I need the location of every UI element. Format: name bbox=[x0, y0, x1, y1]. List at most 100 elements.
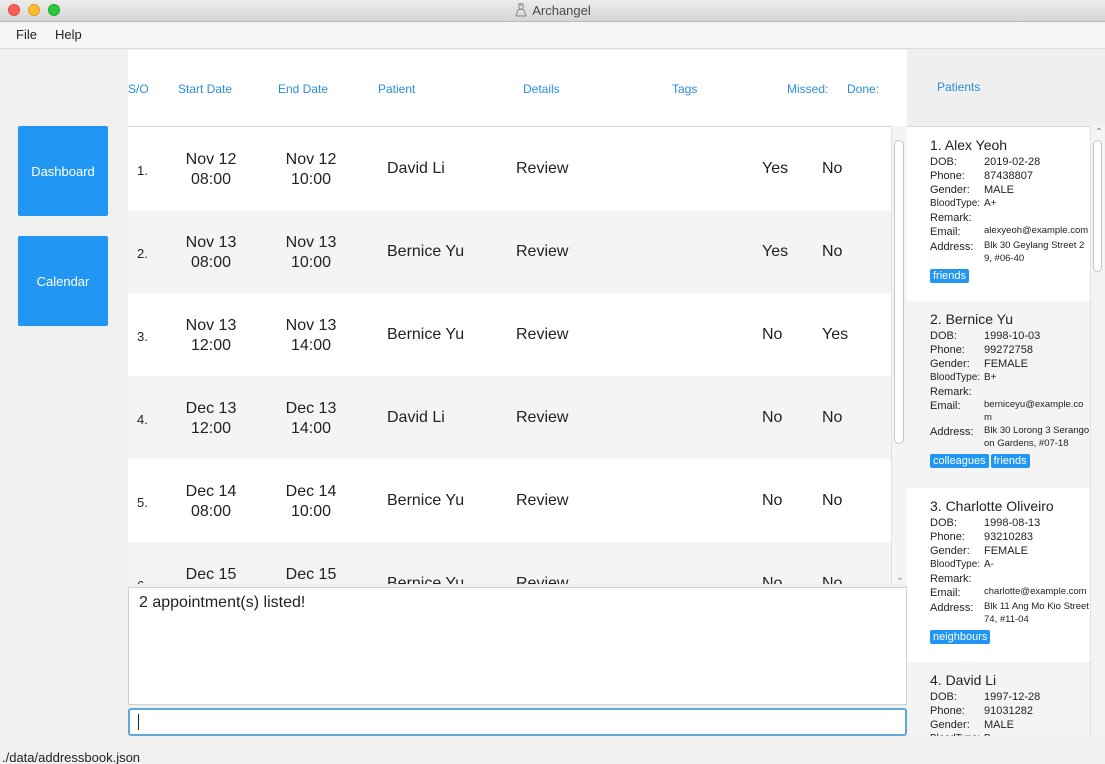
blood-type-value: A- bbox=[984, 559, 994, 570]
appointment-scroll-thumb[interactable] bbox=[894, 140, 904, 444]
column-patient: Patient bbox=[378, 82, 416, 96]
phone-label: Phone: bbox=[930, 531, 965, 543]
patient-name: Bernice Yu bbox=[387, 492, 465, 509]
dob-label: DOB: bbox=[930, 691, 957, 703]
patient-card-name: 2. Bernice Yu bbox=[930, 311, 1014, 327]
scroll-down-icon[interactable]: ⌄ bbox=[894, 572, 906, 583]
patient-name: David Li bbox=[387, 409, 445, 426]
remark-value bbox=[984, 572, 1090, 586]
appointment-row[interactable]: 3. Nov 13 12:00 Nov 13 14:00 Bernice Yu Re… bbox=[128, 293, 891, 376]
phone-value: 99272758 bbox=[984, 344, 1033, 356]
appointment-list-scrollbar[interactable]: ⌄ bbox=[891, 126, 907, 584]
patient-scroll-thumb[interactable] bbox=[1093, 140, 1102, 272]
phone-value: 93210283 bbox=[984, 531, 1033, 543]
start-time: 12:00 bbox=[190, 337, 232, 354]
end-time: 14:00 bbox=[290, 337, 332, 354]
appointment-row[interactable]: 6. Dec 15 Dec 15 Bernice Yu Review No No bbox=[128, 542, 891, 584]
start-date: Dec 15 bbox=[185, 566, 237, 583]
done-status: No bbox=[822, 243, 843, 260]
start-datetime: Nov 12 08:00 bbox=[171, 150, 251, 190]
remark-value bbox=[984, 211, 1090, 225]
done-status: No bbox=[822, 575, 843, 584]
end-datetime: Nov 13 14:00 bbox=[271, 316, 351, 356]
appointment-list[interactable]: 1. Nov 12 08:00 Nov 12 10:00 David Li Revi… bbox=[128, 126, 891, 584]
appointment-row[interactable]: 1. Nov 12 08:00 Nov 12 10:00 David Li Revi… bbox=[128, 127, 891, 210]
tag-badge: neighbours bbox=[930, 630, 991, 644]
start-datetime: Dec 15 bbox=[171, 565, 251, 584]
appointment-details: Review bbox=[516, 575, 569, 584]
patient-card[interactable]: 3. Charlotte Oliveiro DOB: 1998-08-13 Pho… bbox=[907, 488, 1090, 662]
remark-label: Remark: bbox=[930, 573, 972, 585]
scroll-up-icon[interactable]: ⌃ bbox=[1093, 127, 1105, 138]
address-value: Blk 11 Ang Mo Kio Street 74, #11-04 bbox=[984, 601, 1089, 625]
calendar-button[interactable]: Calendar bbox=[18, 236, 108, 326]
appointment-row[interactable]: 5. Dec 14 08:00 Dec 14 10:00 Bernice Yu Re… bbox=[128, 459, 891, 542]
missed-status: Yes bbox=[762, 243, 789, 260]
start-datetime: Dec 13 12:00 bbox=[171, 399, 251, 439]
column-tags: Tags bbox=[672, 82, 698, 96]
remark-label: Remark: bbox=[930, 212, 972, 224]
appointment-index: 2. bbox=[137, 246, 148, 261]
start-datetime: Nov 13 08:00 bbox=[171, 233, 251, 273]
start-time: 08:00 bbox=[190, 503, 232, 520]
start-datetime: Dec 14 08:00 bbox=[171, 482, 251, 522]
patient-card[interactable]: 4. David Li DOB: 1997-12-28 Phone: 9103128… bbox=[907, 662, 1090, 736]
start-datetime: Nov 13 12:00 bbox=[171, 316, 251, 356]
address-label: Address: bbox=[930, 602, 974, 614]
gender-value: MALE bbox=[984, 184, 1014, 196]
phone-label: Phone: bbox=[930, 344, 965, 356]
phone-value: 91031282 bbox=[984, 705, 1033, 717]
patient-name: Bernice Yu bbox=[387, 575, 465, 584]
patient-card-name: 1. Alex Yeoh bbox=[930, 137, 1008, 153]
appointment-details: Review bbox=[516, 160, 569, 177]
result-message: 2 appointment(s) listed! bbox=[139, 594, 306, 611]
menu-file[interactable]: File bbox=[16, 27, 37, 42]
end-datetime: Dec 15 bbox=[271, 565, 351, 584]
column-done: Done: bbox=[847, 82, 880, 96]
patient-card-name: 4. David Li bbox=[930, 672, 997, 688]
end-date: Nov 13 bbox=[285, 317, 337, 334]
command-input[interactable] bbox=[128, 708, 907, 736]
menu-bar: File Help bbox=[0, 22, 1105, 49]
done-status: No bbox=[822, 492, 843, 509]
end-datetime: Nov 12 10:00 bbox=[271, 150, 351, 190]
column-missed: Missed: bbox=[787, 82, 829, 96]
patient-list[interactable]: 1. Alex Yeoh DOB: 2019-02-28 Phone: 874388… bbox=[907, 126, 1090, 736]
missed-status: No bbox=[762, 492, 783, 509]
end-date: Dec 14 bbox=[285, 483, 337, 500]
phone-label: Phone: bbox=[930, 170, 965, 182]
dashboard-button[interactable]: Dashboard bbox=[18, 126, 108, 216]
tag-badge: colleagues bbox=[930, 454, 989, 468]
start-date: Nov 13 bbox=[185, 234, 237, 251]
column-details: Details bbox=[523, 82, 560, 96]
blood-type-value: B- bbox=[984, 732, 1090, 736]
dob-label: DOB: bbox=[930, 517, 957, 529]
end-date: Dec 15 bbox=[285, 566, 337, 583]
blood-type-label: BloodType: bbox=[930, 198, 981, 209]
column-end-date: End Date bbox=[278, 82, 329, 96]
remark-value bbox=[984, 385, 1090, 399]
patient-card-name: 3. Charlotte Oliveiro bbox=[930, 498, 1054, 514]
column-start-date: Start Date bbox=[178, 82, 233, 96]
patient-card[interactable]: 2. Bernice Yu DOB: 1998-10-03 Phone: 99272… bbox=[907, 301, 1090, 488]
gender-label: Gender: bbox=[930, 358, 970, 370]
patient-list-scrollbar[interactable]: ⌃ bbox=[1090, 126, 1105, 736]
appointment-list-header: S/O Start Date End Date Patient Details … bbox=[128, 50, 907, 126]
end-time: 10:00 bbox=[290, 254, 332, 271]
end-time: 14:00 bbox=[290, 420, 332, 437]
address-value: Blk 30 Geylang Street 29, #06-40 bbox=[984, 240, 1085, 264]
appointment-details: Review bbox=[516, 326, 569, 343]
email-label: Email: bbox=[930, 226, 961, 238]
appointment-row[interactable]: 4. Dec 13 12:00 Dec 13 14:00 David Li Revi… bbox=[128, 376, 891, 459]
patient-card[interactable]: 1. Alex Yeoh DOB: 2019-02-28 Phone: 874388… bbox=[907, 127, 1090, 301]
appointment-row[interactable]: 2. Nov 13 08:00 Nov 13 10:00 Bernice Yu Re… bbox=[128, 210, 891, 293]
blood-type-label: BloodType: bbox=[930, 372, 981, 383]
status-bar-path: ./data/addressbook.json bbox=[2, 750, 141, 764]
phone-value: 87438807 bbox=[984, 170, 1033, 182]
dob-value: 1997-12-28 bbox=[984, 691, 1041, 703]
window-title-bar: Archangel bbox=[0, 0, 1105, 22]
address-label: Address: bbox=[930, 241, 974, 253]
menu-help[interactable]: Help bbox=[55, 27, 82, 42]
address-value: Blk 30 Lorong 3 Serangoon Gardens, #07-1… bbox=[984, 425, 1090, 449]
appointment-index: 6. bbox=[137, 578, 148, 584]
